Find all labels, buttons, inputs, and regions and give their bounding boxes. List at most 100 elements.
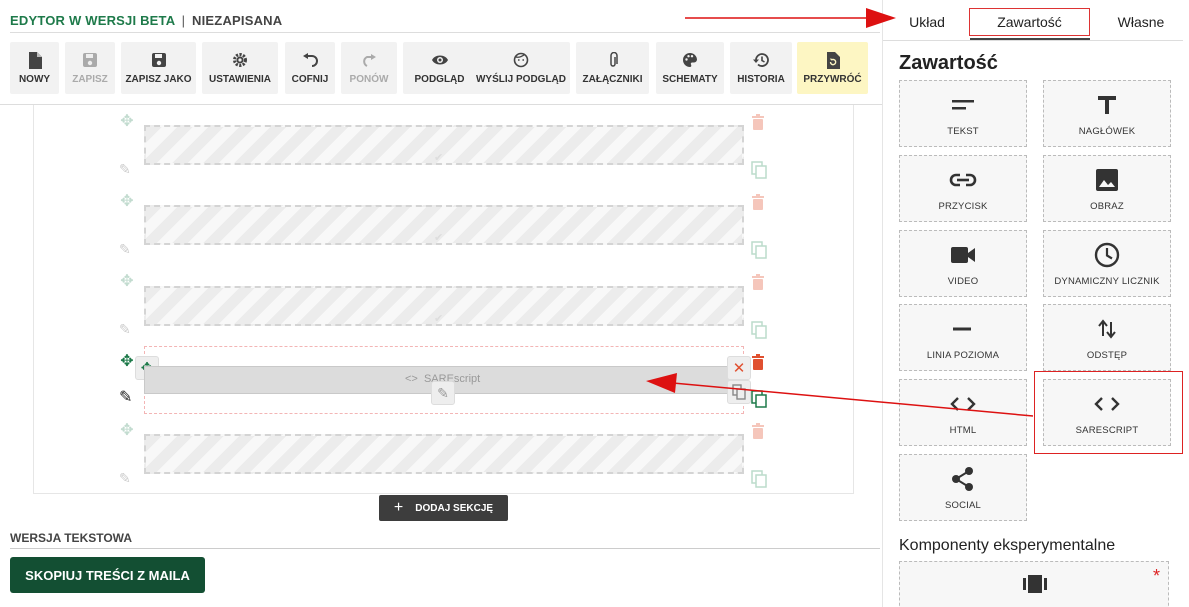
tab-custom[interactable]: Własne bbox=[1101, 8, 1181, 36]
empty-section[interactable]: ✔ bbox=[144, 286, 744, 326]
active-tab-indicator bbox=[970, 38, 1090, 40]
tile-label: HTML bbox=[949, 425, 977, 436]
tile-button[interactable]: PRZYCISK bbox=[899, 155, 1027, 222]
save-as-button[interactable]: ZAPISZ JAKO bbox=[121, 42, 196, 94]
redo-button[interactable]: PONÓW bbox=[341, 42, 397, 94]
schemes-button[interactable]: SCHEMATY bbox=[656, 42, 724, 94]
preview-button[interactable]: PODGLĄD bbox=[403, 42, 476, 94]
pencil-icon[interactable]: ✎ bbox=[119, 160, 137, 178]
heading-t-icon bbox=[1092, 90, 1122, 120]
tile-label: LINIA POZIOMA bbox=[926, 350, 1000, 361]
tile-spacing[interactable]: ODSTĘP bbox=[1043, 304, 1171, 371]
panel-title: Zawartość bbox=[899, 52, 998, 74]
paperclip-icon bbox=[604, 51, 622, 69]
tile-html[interactable]: HTML bbox=[899, 379, 1027, 446]
tab-layout[interactable]: Układ bbox=[895, 8, 959, 36]
horizontal-line-icon bbox=[948, 314, 978, 344]
experimental-heading: Komponenty eksperymentalne bbox=[899, 537, 1116, 554]
tab-content[interactable]: Zawartość bbox=[969, 8, 1090, 36]
button-label: HISTORIA bbox=[737, 74, 785, 85]
empty-section[interactable]: ✔ bbox=[144, 205, 744, 245]
empty-section[interactable]: ✔ bbox=[144, 125, 744, 165]
save-button[interactable]: ZAPISZ bbox=[65, 42, 115, 94]
tile-heading[interactable]: NAGŁÓWEK bbox=[1043, 80, 1171, 147]
components-panel: Układ Zawartość Własne Zawartość TEKST N… bbox=[882, 0, 1189, 607]
gear-icon bbox=[231, 51, 249, 69]
text-lines-icon bbox=[948, 90, 978, 120]
block-duplicate-icon[interactable] bbox=[727, 380, 751, 404]
trash-icon[interactable] bbox=[751, 194, 767, 212]
trash-icon[interactable] bbox=[751, 354, 767, 372]
tile-horizontal-line[interactable]: LINIA POZIOMA bbox=[899, 304, 1027, 371]
check-icon: ✔ bbox=[434, 232, 444, 244]
attachments-button[interactable]: ZAŁĄCZNIKI bbox=[576, 42, 649, 94]
plus-icon: + bbox=[393, 499, 404, 516]
duplicate-icon[interactable] bbox=[751, 470, 769, 488]
code-icon bbox=[948, 389, 978, 419]
eye-icon bbox=[431, 51, 449, 69]
add-section-button[interactable]: + DODAJ SEKCJĘ bbox=[379, 495, 508, 521]
duplicate-icon[interactable] bbox=[751, 241, 769, 259]
file-icon bbox=[26, 51, 44, 69]
tile-label: ODSTĘP bbox=[1086, 350, 1128, 361]
text-version-heading: WERSJA TEKSTOWA bbox=[10, 531, 133, 545]
divider bbox=[10, 32, 880, 33]
pencil-icon[interactable]: ✎ bbox=[119, 320, 137, 338]
editor-title: EDYTOR W WERSJI BETA | NIEZAPISANA bbox=[10, 13, 282, 28]
tile-image[interactable]: OBRAZ bbox=[1043, 155, 1171, 222]
history-icon bbox=[752, 51, 770, 69]
copy-email-content-button[interactable]: SKOPIUJ TREŚCI Z MAILA bbox=[10, 557, 205, 593]
restore-button[interactable]: PRZYWRÓĆ bbox=[797, 42, 868, 94]
move-handle-icon[interactable]: ✥ bbox=[118, 353, 136, 371]
required-star: * bbox=[1152, 566, 1160, 586]
editor-screen: EDYTOR W WERSJI BETA | NIEZAPISANA NOWY … bbox=[0, 0, 1189, 607]
send-preview-button[interactable]: WYŚLIJ PODGLĄD bbox=[472, 42, 570, 94]
tile-video[interactable]: VIDEO bbox=[899, 230, 1027, 297]
tile-text[interactable]: TEKST bbox=[899, 80, 1027, 147]
tile-label: NAGŁÓWEK bbox=[1078, 126, 1136, 137]
button-label: PRZYWRÓĆ bbox=[803, 74, 862, 85]
tile-label: SOCIAL bbox=[944, 500, 982, 511]
duplicate-icon[interactable] bbox=[751, 390, 769, 408]
new-button[interactable]: NOWY bbox=[10, 42, 59, 94]
pencil-icon[interactable]: ✎ bbox=[119, 389, 137, 407]
empty-section[interactable] bbox=[144, 434, 744, 474]
check-icon: ✔ bbox=[434, 152, 444, 164]
pencil-icon[interactable]: ✎ bbox=[119, 469, 137, 487]
block-edit-pencil-icon[interactable]: ✎ bbox=[431, 381, 455, 405]
button-label: PODGLĄD bbox=[414, 74, 465, 85]
tile-label: OBRAZ bbox=[1090, 201, 1124, 212]
experimental-tile[interactable]: * bbox=[899, 561, 1169, 607]
palette-icon bbox=[681, 51, 699, 69]
move-handle-icon[interactable]: ✥ bbox=[118, 193, 136, 211]
button-label: COFNIJ bbox=[291, 74, 329, 85]
move-handle-icon[interactable]: ✥ bbox=[118, 422, 136, 440]
pencil-icon[interactable]: ✎ bbox=[119, 240, 137, 258]
button-label: ZAPISZ JAKO bbox=[125, 74, 192, 85]
duplicate-icon[interactable] bbox=[751, 321, 769, 339]
button-label: ZAŁĄCZNIKI bbox=[582, 74, 643, 85]
move-handle-icon[interactable]: ✥ bbox=[118, 113, 136, 131]
block-close-icon[interactable]: ✕ bbox=[727, 356, 751, 380]
video-camera-icon bbox=[948, 240, 978, 270]
check-icon: ✔ bbox=[434, 313, 444, 325]
spacing-arrows-icon bbox=[1092, 314, 1122, 344]
move-handle-icon[interactable]: ✥ bbox=[118, 273, 136, 291]
save-state-label: NIEZAPISANA bbox=[192, 13, 283, 28]
history-button[interactable]: HISTORIA bbox=[730, 42, 792, 94]
tile-social[interactable]: SOCIAL bbox=[899, 454, 1027, 521]
settings-button[interactable]: USTAWIENIA bbox=[202, 42, 278, 94]
trash-icon[interactable] bbox=[751, 114, 767, 132]
button-label: NOWY bbox=[18, 74, 51, 85]
editor-area: EDYTOR W WERSJI BETA | NIEZAPISANA NOWY … bbox=[0, 0, 882, 607]
button-label: WYŚLIJ PODGLĄD bbox=[475, 74, 566, 85]
trash-icon[interactable] bbox=[751, 274, 767, 292]
tile-countdown[interactable]: DYNAMICZNY LICZNIK bbox=[1043, 230, 1171, 297]
duplicate-icon[interactable] bbox=[751, 161, 769, 179]
trash-icon[interactable] bbox=[751, 423, 767, 441]
save-icon bbox=[81, 51, 99, 69]
undo-button[interactable]: COFNIJ bbox=[285, 42, 335, 94]
highlight-frame bbox=[1034, 371, 1183, 454]
title-separator: | bbox=[181, 13, 186, 28]
share-icon bbox=[948, 464, 978, 494]
